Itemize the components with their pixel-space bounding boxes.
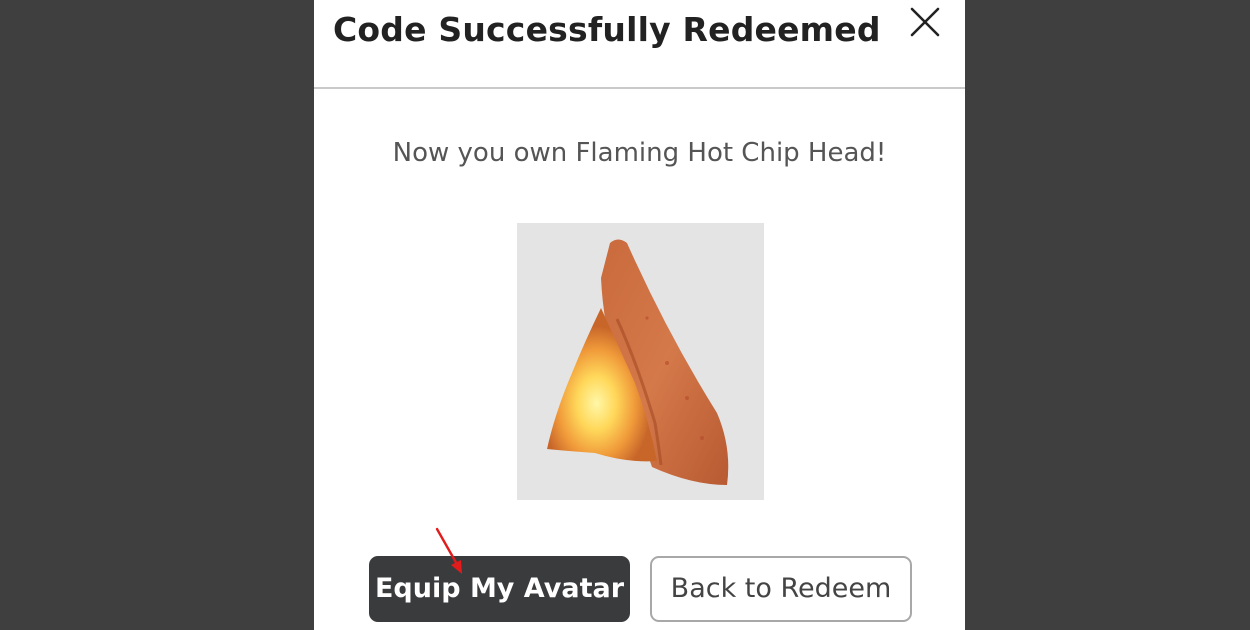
close-icon[interactable]	[907, 4, 943, 40]
redeem-success-dialog: Code Successfully Redeemed Now you own F…	[314, 0, 965, 630]
flaming-hot-chip-head-image	[547, 239, 729, 485]
ownership-message: Now you own Flaming Hot Chip Head!	[392, 138, 887, 168]
dialog-header: Code Successfully Redeemed	[314, 0, 965, 89]
item-thumbnail	[517, 223, 764, 500]
equip-my-avatar-button[interactable]: Equip My Avatar	[369, 556, 630, 622]
back-to-redeem-button[interactable]: Back to Redeem	[650, 556, 912, 622]
dialog-title: Code Successfully Redeemed	[333, 10, 881, 49]
